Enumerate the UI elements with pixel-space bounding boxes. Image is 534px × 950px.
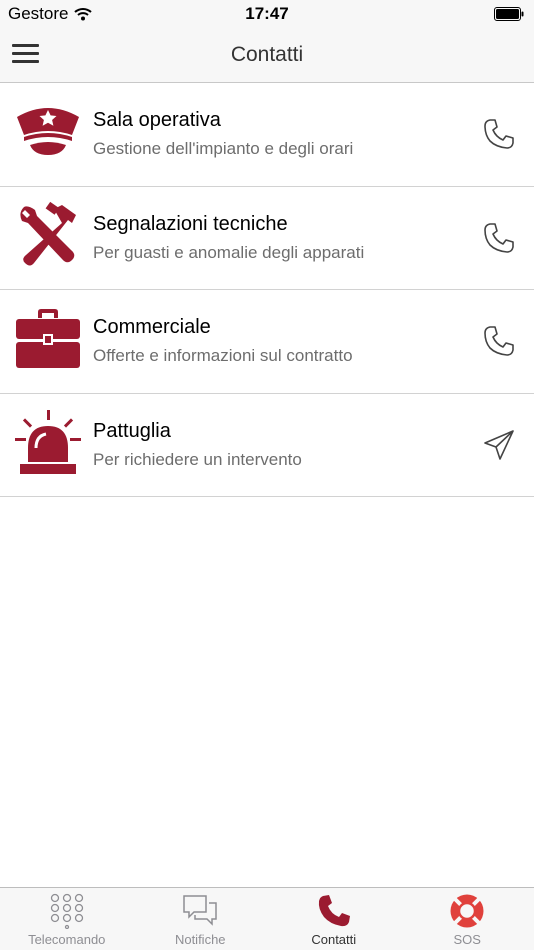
contact-title: Commerciale bbox=[93, 316, 211, 338]
briefcase-icon bbox=[16, 309, 80, 368]
contact-title: Pattuglia bbox=[93, 419, 171, 442]
contact-row-pattuglia[interactable]: Pattuglia Per richiedere un intervento bbox=[0, 394, 534, 497]
status-bar: Gestore 17:47 bbox=[0, 0, 534, 28]
contact-subtitle: Per guasti e anomalie degli apparati bbox=[93, 242, 365, 262]
contact-subtitle: Per richiedere un intervento bbox=[93, 449, 302, 469]
tab-telecomando[interactable]: Telecomando bbox=[0, 888, 134, 950]
tab-contatti[interactable]: Contatti bbox=[267, 888, 401, 950]
alarm-siren-icon bbox=[15, 409, 81, 474]
tab-label: SOS bbox=[453, 932, 481, 947]
police-cap-icon bbox=[17, 108, 79, 155]
lifebuoy-icon bbox=[450, 894, 484, 928]
tab-bar: Telecomando Notifiche Contatti SOS bbox=[0, 887, 534, 950]
navigation-bar: Contatti bbox=[0, 28, 534, 83]
phone-icon bbox=[318, 895, 350, 927]
page-title: Contatti bbox=[230, 43, 304, 66]
tab-label: Notifiche bbox=[174, 932, 226, 947]
phone-icon[interactable] bbox=[482, 324, 516, 358]
phone-icon[interactable] bbox=[482, 221, 516, 255]
tab-sos[interactable]: SOS bbox=[401, 888, 534, 950]
tab-label: Contatti bbox=[311, 932, 357, 947]
contacts-list: Sala operativa Gestione dell'impianto e … bbox=[0, 83, 534, 497]
contact-row-commerciale[interactable]: Commerciale Offerte e informazioni sul c… bbox=[0, 290, 534, 394]
send-icon[interactable] bbox=[482, 428, 516, 462]
tab-label: Telecomando bbox=[28, 932, 106, 947]
keypad-icon bbox=[50, 893, 83, 929]
tools-icon bbox=[20, 201, 76, 265]
tab-notifiche[interactable]: Notifiche bbox=[134, 888, 268, 950]
chat-bubbles-icon bbox=[183, 895, 217, 926]
phone-icon[interactable] bbox=[482, 117, 516, 151]
contact-title: Segnalazioni tecniche bbox=[93, 212, 288, 235]
contact-title: Sala operativa bbox=[93, 109, 221, 131]
status-time: 17:47 bbox=[245, 4, 289, 23]
contact-row-segnalazioni-tecniche[interactable]: Segnalazioni tecniche Per guasti e anoma… bbox=[0, 187, 534, 290]
contact-subtitle: Gestione dell'impianto e degli orari bbox=[93, 139, 354, 158]
battery-icon bbox=[494, 7, 524, 21]
contact-row-sala-operativa[interactable]: Sala operativa Gestione dell'impianto e … bbox=[0, 83, 534, 187]
contact-subtitle: Offerte e informazioni sul contratto bbox=[93, 346, 353, 365]
